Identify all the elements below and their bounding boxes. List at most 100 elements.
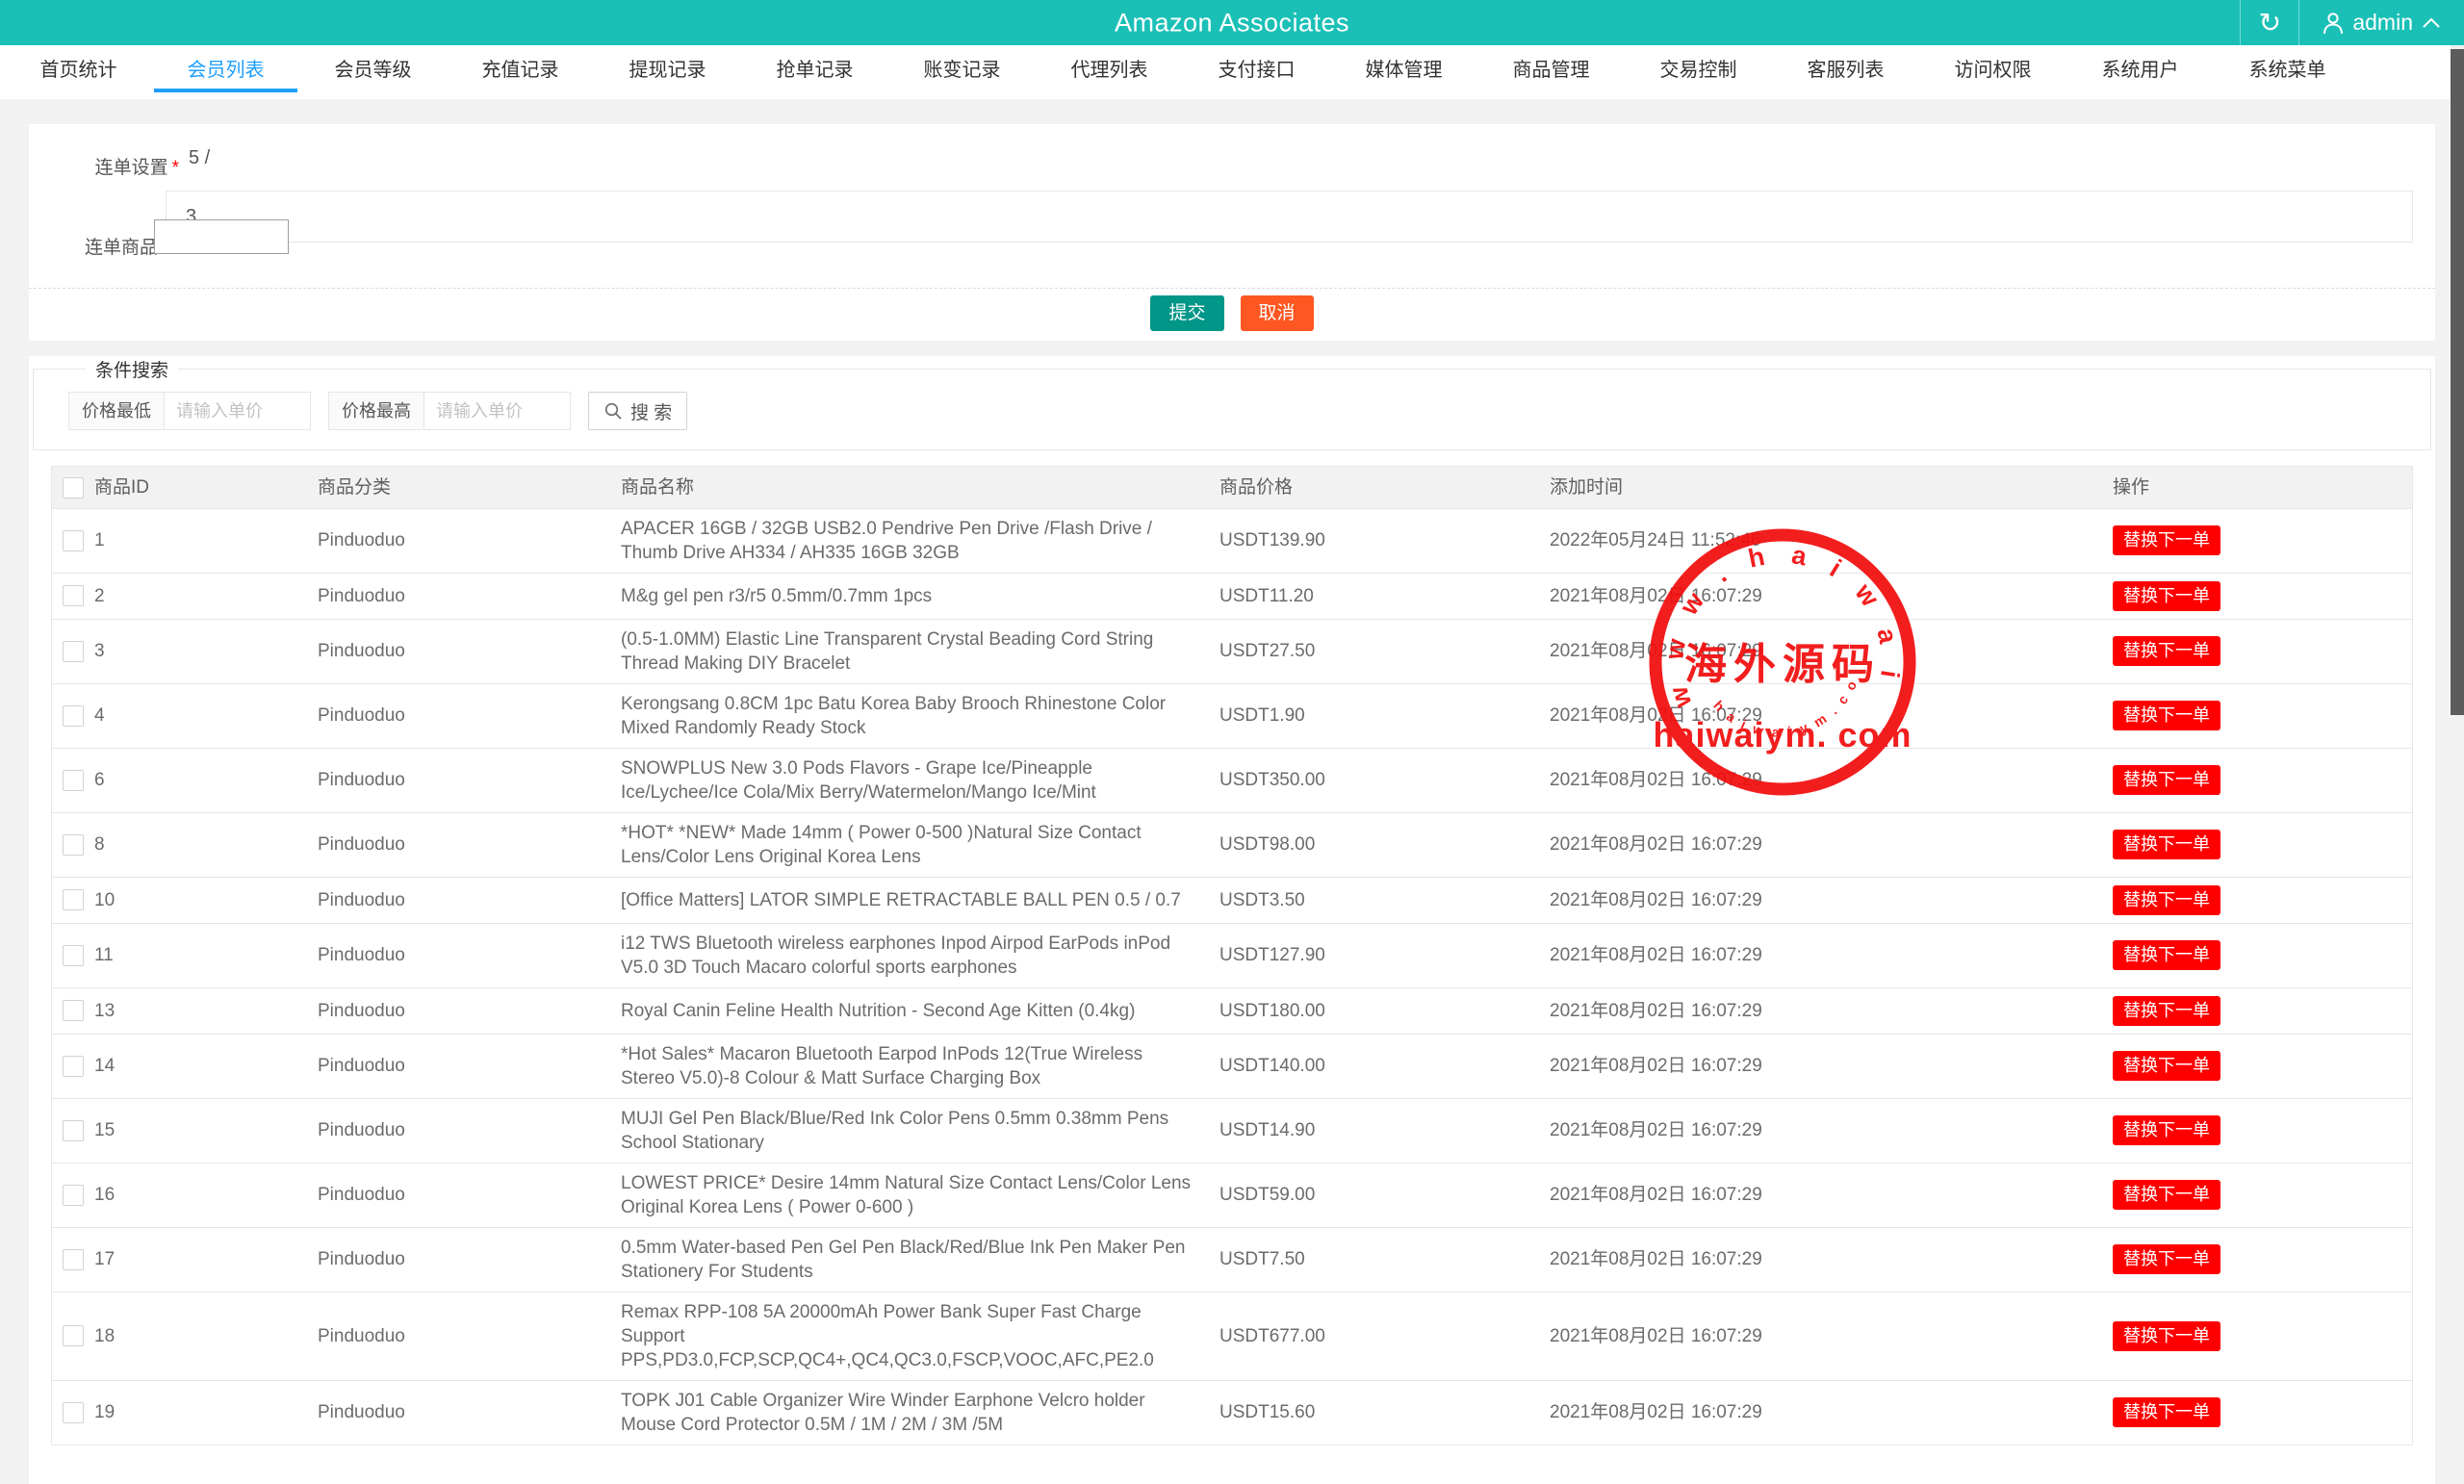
product-name-cell: *HOT* *NEW* Made 14mm ( Power 0-500 )Nat… — [621, 812, 1219, 877]
nav-tab-1[interactable]: 首页统计 — [5, 45, 152, 99]
table-row: 17 Pinduoduo 0.5mm Water-based Pen Gel P… — [52, 1227, 2412, 1292]
nav-tab-6[interactable]: 抢单记录 — [741, 45, 888, 99]
category-cell: Pinduoduo — [318, 877, 621, 923]
time-cell: 2021年08月02日 16:07:29 — [1550, 1098, 2113, 1163]
product-name-cell: Kerongsang 0.8CM 1pc Batu Korea Baby Bro… — [621, 683, 1219, 748]
price-min-input[interactable] — [165, 392, 311, 430]
col-product-id: 商品ID — [94, 467, 318, 508]
nav-tab-10[interactable]: 媒体管理 — [1330, 45, 1477, 99]
product-id-cell: 10 — [94, 877, 318, 923]
table-row: 16 Pinduoduo LOWEST PRICE* Desire 14mm N… — [52, 1163, 2412, 1227]
select-all-checkbox[interactable] — [63, 477, 84, 499]
replace-next-order-button[interactable]: 替换下一单 — [2113, 581, 2220, 611]
row-checkbox[interactable] — [63, 1325, 84, 1346]
table-row: 1 Pinduoduo APACER 16GB / 32GB USB2.0 Pe… — [52, 508, 2412, 573]
replace-next-order-button[interactable]: 替换下一单 — [2113, 1180, 2220, 1210]
replace-next-order-button[interactable]: 替换下一单 — [2113, 940, 2220, 970]
nav-tab-5[interactable]: 提现记录 — [594, 45, 741, 99]
time-cell: 2021年08月02日 16:07:29 — [1550, 1034, 2113, 1098]
search-button[interactable]: 搜 索 — [588, 392, 687, 430]
product-name-cell: M&g gel pen r3/r5 0.5mm/0.7mm 1pcs — [621, 573, 1219, 619]
price-cell: USDT59.00 — [1219, 1163, 1550, 1227]
time-cell: 2021年08月02日 16:07:29 — [1550, 987, 2113, 1034]
search-row: 价格最低 价格最高 搜 索 — [68, 392, 2430, 430]
submit-button[interactable]: 提交 — [1150, 295, 1223, 331]
col-category: 商品分类 — [318, 467, 621, 508]
replace-next-order-button[interactable]: 替换下一单 — [2113, 1244, 2220, 1274]
table-row: 4 Pinduoduo Kerongsang 0.8CM 1pc Batu Ko… — [52, 683, 2412, 748]
row-checkbox[interactable] — [63, 641, 84, 662]
row-checkbox[interactable] — [63, 945, 84, 966]
replace-next-order-button[interactable]: 替换下一单 — [2113, 830, 2220, 859]
row-checkbox[interactable] — [63, 705, 84, 727]
price-max-input[interactable] — [424, 392, 571, 430]
table-row: 13 Pinduoduo Royal Canin Feline Health N… — [52, 987, 2412, 1034]
time-cell: 2021年08月02日 16:07:29 — [1550, 683, 2113, 748]
category-cell: Pinduoduo — [318, 619, 621, 683]
replace-next-order-button[interactable]: 替换下一单 — [2113, 1397, 2220, 1427]
nav-tab-13[interactable]: 客服列表 — [1772, 45, 1919, 99]
nav-tab-15[interactable]: 系统用户 — [2066, 45, 2214, 99]
product-id-cell: 1 — [94, 508, 318, 573]
nav-tab-9[interactable]: 支付接口 — [1183, 45, 1330, 99]
row-checkbox[interactable] — [63, 1120, 84, 1141]
scrollbar-track[interactable] — [2451, 45, 2464, 1197]
row-checkbox[interactable] — [63, 889, 84, 910]
replace-next-order-button[interactable]: 替换下一单 — [2113, 885, 2220, 915]
replace-next-order-button[interactable]: 替换下一单 — [2113, 525, 2220, 555]
nav-tab-14[interactable]: 访问权限 — [1919, 45, 2066, 99]
price-cell: USDT27.50 — [1219, 619, 1550, 683]
replace-next-order-button[interactable]: 替换下一单 — [2113, 701, 2220, 730]
price-min-label: 价格最低 — [68, 392, 165, 430]
category-cell: Pinduoduo — [318, 748, 621, 812]
refresh-button[interactable]: ↻ — [2240, 0, 2299, 45]
row-checkbox[interactable] — [63, 1056, 84, 1077]
replace-next-order-button[interactable]: 替换下一单 — [2113, 636, 2220, 666]
liandan-product-id-input[interactable] — [154, 219, 289, 254]
nav-tab-4[interactable]: 充值记录 — [447, 45, 594, 99]
time-cell: 2021年08月02日 16:07:29 — [1550, 748, 2113, 812]
nav-tab-16[interactable]: 系统菜单 — [2214, 45, 2361, 99]
product-id-cell: 2 — [94, 573, 318, 619]
price-cell: USDT180.00 — [1219, 987, 1550, 1034]
nav-tab-3[interactable]: 会员等级 — [299, 45, 447, 99]
replace-next-order-button[interactable]: 替换下一单 — [2113, 765, 2220, 795]
product-name-cell: Royal Canin Feline Health Nutrition - Se… — [621, 987, 1219, 1034]
row-checkbox[interactable] — [63, 1185, 84, 1206]
top-bar: Amazon Associates ↻ admin — [0, 0, 2464, 45]
product-id-cell: 14 — [94, 1034, 318, 1098]
row-checkbox[interactable] — [63, 834, 84, 856]
nav-tab-8[interactable]: 代理列表 — [1036, 45, 1183, 99]
nav-tab-11[interactable]: 商品管理 — [1477, 45, 1625, 99]
row-checkbox[interactable] — [63, 1402, 84, 1423]
scrollbar-thumb[interactable] — [2451, 49, 2464, 715]
replace-next-order-button[interactable]: 替换下一单 — [2113, 996, 2220, 1026]
time-cell: 2021年08月02日 16:07:29 — [1550, 1163, 2113, 1227]
row-checkbox[interactable] — [63, 1000, 84, 1021]
cancel-button[interactable]: 取消 — [1241, 295, 1314, 331]
price-cell: USDT98.00 — [1219, 812, 1550, 877]
product-name-cell: TOPK J01 Cable Organizer Wire Winder Ear… — [621, 1380, 1219, 1445]
liandan-setting-hint: 5 / — [189, 147, 210, 169]
row-checkbox[interactable] — [63, 770, 84, 791]
table-row: 15 Pinduoduo MUJI Gel Pen Black/Blue/Red… — [52, 1098, 2412, 1163]
replace-next-order-button[interactable]: 替换下一单 — [2113, 1051, 2220, 1081]
time-cell: 2021年08月02日 16:07:29 — [1550, 877, 2113, 923]
user-menu[interactable]: admin — [2299, 10, 2464, 36]
category-cell: Pinduoduo — [318, 1380, 621, 1445]
nav-tab-12[interactable]: 交易控制 — [1625, 45, 1772, 99]
row-checkbox[interactable] — [63, 1249, 84, 1270]
product-name-cell: 0.5mm Water-based Pen Gel Pen Black/Red/… — [621, 1227, 1219, 1292]
liandan-setting-input[interactable] — [166, 191, 2413, 243]
replace-next-order-button[interactable]: 替换下一单 — [2113, 1115, 2220, 1145]
price-cell: USDT3.50 — [1219, 877, 1550, 923]
nav-tab-7[interactable]: 账变记录 — [888, 45, 1036, 99]
category-cell: Pinduoduo — [318, 812, 621, 877]
nav-tab-2[interactable]: 会员列表 — [152, 45, 299, 99]
product-name-cell: LOWEST PRICE* Desire 14mm Natural Size C… — [621, 1163, 1219, 1227]
replace-next-order-button[interactable]: 替换下一单 — [2113, 1321, 2220, 1351]
row-checkbox[interactable] — [63, 585, 84, 606]
time-cell: 2021年08月02日 16:07:29 — [1550, 812, 2113, 877]
table-body: 1 Pinduoduo APACER 16GB / 32GB USB2.0 Pe… — [52, 508, 2412, 1445]
row-checkbox[interactable] — [63, 530, 84, 551]
